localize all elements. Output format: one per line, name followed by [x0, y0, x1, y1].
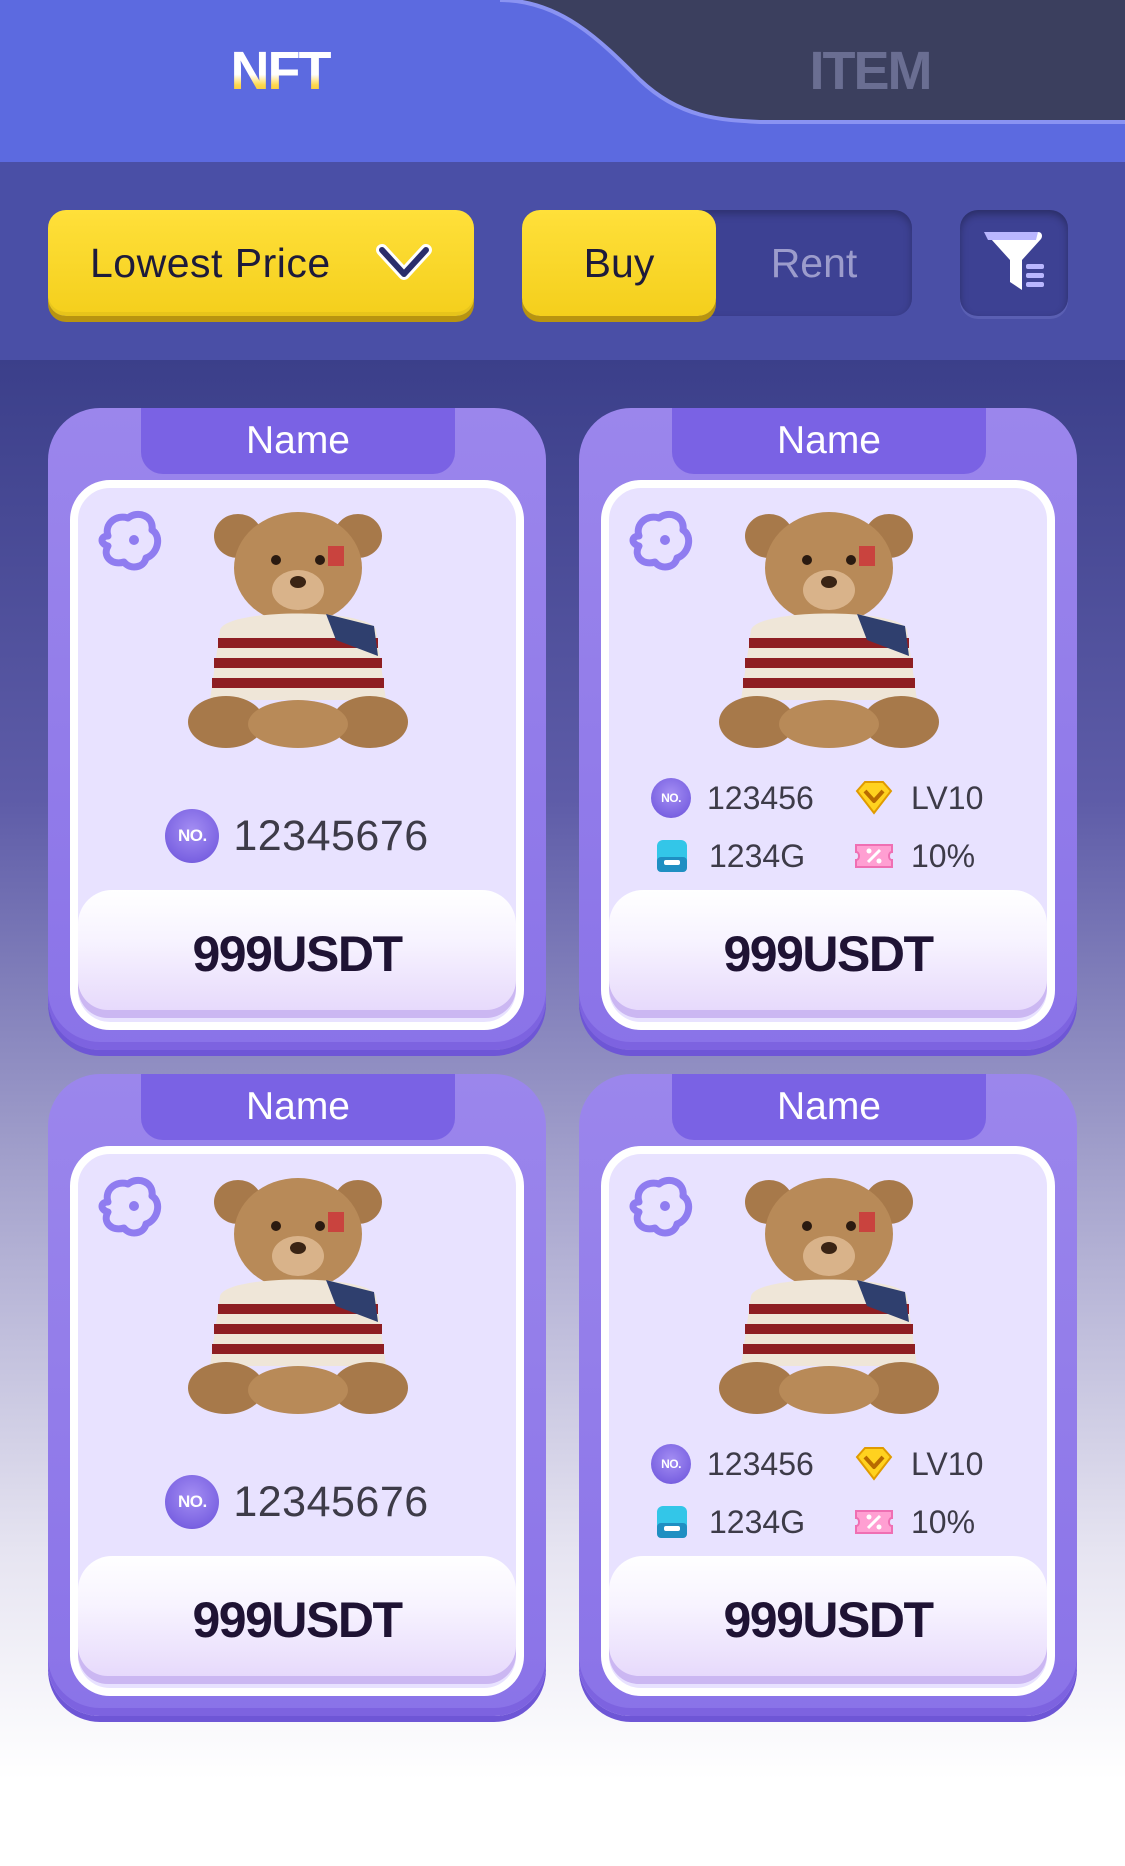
sort-dropdown-label: Lowest Price: [90, 239, 331, 286]
storage-icon: [657, 1506, 687, 1538]
brand-logo-icon: [629, 1177, 693, 1237]
brand-logo-icon: [98, 511, 162, 571]
stat-storage-value: 1234G: [709, 837, 806, 874]
buy-rent-toggle: Buy Rent: [522, 210, 912, 316]
stat-level: LV10: [853, 1440, 983, 1488]
teddy-bear-image: [719, 1178, 939, 1414]
discount-ticket-icon: [855, 844, 893, 868]
teddy-bear-image: [719, 512, 939, 748]
stat-discount: 10%: [853, 832, 975, 880]
sort-dropdown[interactable]: Lowest Price: [48, 210, 474, 316]
stat-storage-value: 1234G: [709, 1503, 806, 1540]
stat-number: NO. 123456: [651, 774, 814, 822]
toolbar: Lowest Price Buy Rent: [0, 162, 1125, 360]
brand-logo-icon: [98, 1177, 162, 1237]
nft-number-row: NO. 12345676: [78, 1472, 516, 1532]
card-name: Name: [672, 408, 986, 474]
number-badge-icon: NO.: [651, 1444, 691, 1484]
brand-logo-icon: [629, 511, 693, 571]
diamond-level-icon: [855, 1447, 893, 1481]
nft-card[interactable]: Name: [579, 1074, 1077, 1716]
stat-discount-value: 10%: [911, 1503, 976, 1540]
rent-toggle-button[interactable]: Rent: [716, 210, 912, 316]
card-name: Name: [141, 1074, 455, 1140]
card-body: NO. 123456 LV10 1234G 10% 999USDT: [601, 1146, 1055, 1696]
price-button[interactable]: 999USDT: [78, 1556, 516, 1684]
number-badge-icon: NO.: [165, 809, 220, 863]
stat-number-value: 123456: [707, 779, 814, 816]
tab-nft[interactable]: NFT: [180, 36, 380, 106]
price-button[interactable]: 999USDT: [609, 1556, 1047, 1684]
number-badge-icon: NO.: [651, 778, 691, 818]
stat-discount-value: 10%: [911, 837, 976, 874]
stat-discount: 10%: [853, 1498, 975, 1546]
stat-level-value: LV10: [911, 779, 984, 816]
stat-number: NO. 123456: [651, 1440, 814, 1488]
storage-icon: [657, 840, 687, 872]
nft-card[interactable]: Name: [48, 1074, 546, 1716]
discount-ticket-icon: [855, 1510, 893, 1534]
card-name: Name: [672, 1074, 986, 1140]
stat-storage: 1234G: [651, 832, 805, 880]
stat-storage: 1234G: [651, 1498, 805, 1546]
card-body: NO. 12345676 999USDT: [70, 480, 524, 1030]
nft-stats: NO. 123456 LV10 1234G 10%: [609, 1440, 1047, 1550]
price-button[interactable]: 999USDT: [78, 890, 516, 1018]
price-button[interactable]: 999USDT: [609, 890, 1047, 1018]
nft-number: 12345676: [233, 1477, 429, 1526]
nft-stats: NO. 123456 LV10 1234G 10%: [609, 774, 1047, 884]
nft-number: 12345676: [233, 811, 429, 860]
stat-number-value: 123456: [707, 1445, 814, 1482]
card-name: Name: [141, 408, 455, 474]
nft-card[interactable]: Name: [48, 408, 546, 1050]
buy-toggle-button[interactable]: Buy: [522, 210, 716, 316]
number-badge-icon: NO.: [165, 1475, 220, 1529]
teddy-bear-image: [188, 1178, 408, 1414]
card-body: NO. 12345676 999USDT: [70, 1146, 524, 1696]
chevron-down-icon: [376, 244, 432, 280]
card-body: NO. 123456 LV10 1234G 10% 999USDT: [601, 480, 1055, 1030]
diamond-level-icon: [855, 781, 893, 815]
tab-item[interactable]: ITEM: [770, 36, 970, 106]
filter-icon: [984, 232, 1044, 290]
filter-button[interactable]: [960, 210, 1068, 316]
nft-card[interactable]: Name: [579, 408, 1077, 1050]
tab-bar: NFT ITEM: [0, 0, 1125, 162]
nft-number-row: NO. 12345676: [78, 806, 516, 866]
teddy-bear-image: [188, 512, 408, 748]
stat-level-value: LV10: [911, 1445, 984, 1482]
stat-level: LV10: [853, 774, 983, 822]
